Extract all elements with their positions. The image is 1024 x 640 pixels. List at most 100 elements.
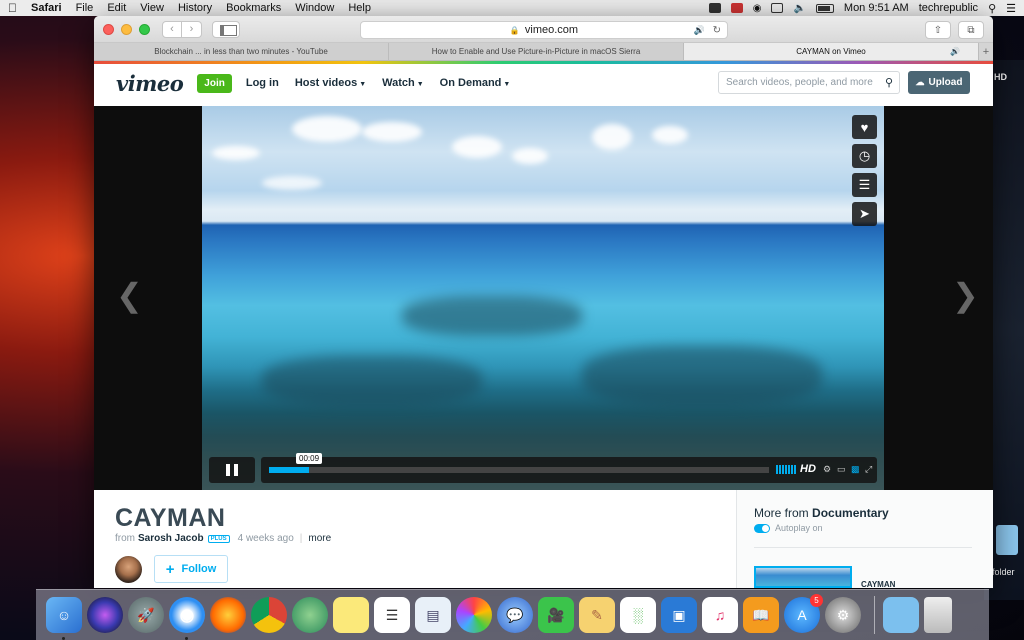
menu-app-name[interactable]: Safari bbox=[31, 2, 62, 14]
join-button[interactable]: Join bbox=[197, 73, 232, 93]
picture-in-picture-icon[interactable]: ▩ bbox=[851, 464, 860, 475]
keynote-icon[interactable]: ▣ bbox=[661, 597, 697, 633]
battery-icon[interactable] bbox=[815, 3, 834, 13]
tab-pip-article[interactable]: How to Enable and Use Picture-in-Picture… bbox=[389, 43, 684, 60]
fullscreen-icon[interactable]: ⤢ bbox=[865, 464, 872, 475]
itunes-icon[interactable]: ♫ bbox=[702, 597, 738, 633]
apple-icon[interactable]:  bbox=[8, 1, 17, 15]
menubar-user[interactable]: techrepublic bbox=[919, 2, 978, 14]
address-text: vimeo.com bbox=[524, 24, 579, 36]
next-video-thumbnail[interactable] bbox=[754, 566, 852, 588]
sidebar-toggle-button[interactable] bbox=[212, 20, 240, 38]
menubar-app-icon[interactable] bbox=[708, 3, 721, 13]
facetime-icon[interactable]: 🎥 bbox=[538, 597, 574, 633]
tab-cayman-vimeo[interactable]: CAYMAN on Vimeo 🔊 bbox=[684, 43, 979, 60]
watch-later-button[interactable]: ◷ bbox=[852, 144, 877, 168]
nav-host-videos[interactable]: Host videos ▼ bbox=[295, 77, 366, 89]
spotlight-icon[interactable]: ⚲ bbox=[988, 2, 996, 15]
autoplay-toggle[interactable]: Autoplay on bbox=[754, 523, 823, 533]
back-button[interactable]: ‹ bbox=[162, 20, 182, 38]
notification-center-icon[interactable]: ☰ bbox=[1006, 2, 1016, 15]
finder-icon[interactable]: ☺ bbox=[46, 597, 82, 640]
firefox-icon[interactable] bbox=[210, 597, 246, 633]
siri-icon[interactable] bbox=[87, 597, 123, 633]
more-link[interactable]: more bbox=[308, 533, 331, 544]
volume-icon[interactable]: 🔈 bbox=[793, 3, 805, 14]
address-bar[interactable]: 🔒 vimeo.com 🔊 ↻ bbox=[360, 21, 728, 39]
app-store-icon[interactable]: A5 bbox=[784, 594, 823, 633]
messages-icon[interactable]: 💬 bbox=[497, 597, 533, 633]
volume-slider[interactable] bbox=[776, 465, 796, 474]
like-button[interactable]: ♥ bbox=[852, 115, 877, 139]
video-frame[interactable] bbox=[202, 106, 884, 490]
author-link[interactable]: Sarosh Jacob bbox=[138, 533, 204, 544]
nav-watch[interactable]: Watch ▼ bbox=[382, 77, 424, 89]
menubar-clock[interactable]: Mon 9:51 AM bbox=[844, 2, 909, 14]
pages-icon[interactable]: ✎ bbox=[579, 597, 615, 633]
reload-icon[interactable]: ↻ bbox=[713, 25, 721, 36]
airplay-video-icon[interactable]: ▭ bbox=[837, 464, 846, 475]
reef-shape bbox=[262, 356, 482, 406]
vimeo-logo[interactable]: vimeo bbox=[116, 71, 184, 96]
toggle-switch[interactable] bbox=[754, 523, 770, 533]
menu-file[interactable]: File bbox=[76, 2, 94, 14]
minimize-window-button[interactable] bbox=[121, 23, 132, 35]
author-avatar[interactable] bbox=[115, 556, 142, 583]
reminders-icon[interactable]: ☰ bbox=[374, 597, 410, 633]
photos-icon[interactable] bbox=[456, 597, 492, 633]
menu-view[interactable]: View bbox=[140, 2, 164, 14]
progress-bar[interactable]: 00:09 bbox=[269, 453, 769, 473]
preview-icon[interactable]: ▤ bbox=[415, 597, 451, 633]
follow-button[interactable]: + Follow bbox=[154, 555, 228, 583]
chrome-icon[interactable] bbox=[251, 597, 287, 633]
divider bbox=[754, 547, 972, 548]
menu-edit[interactable]: Edit bbox=[107, 2, 126, 14]
tabs-icon: ⧉ bbox=[967, 24, 975, 36]
related-videos-sidebar: More from Documentary Autoplay on CAYMAN bbox=[736, 490, 993, 588]
wifi-icon[interactable]: ◉ bbox=[753, 3, 762, 14]
menu-history[interactable]: History bbox=[178, 2, 212, 14]
trash-icon[interactable] bbox=[924, 597, 952, 633]
numbers-icon[interactable]: ░ bbox=[620, 597, 656, 633]
from-label: from bbox=[115, 533, 135, 544]
login-link[interactable]: Log in bbox=[246, 77, 279, 89]
collections-button[interactable]: ☰ bbox=[852, 173, 877, 197]
forward-button[interactable]: › bbox=[182, 20, 202, 38]
airplay-icon[interactable] bbox=[771, 3, 784, 13]
desktop-drive-label[interactable]: HD bbox=[994, 72, 1007, 82]
downloads-folder-icon[interactable] bbox=[883, 597, 919, 633]
notes-icon[interactable] bbox=[333, 597, 369, 633]
desktop-folder-icon[interactable] bbox=[996, 525, 1018, 555]
ibooks-icon[interactable]: 📖 bbox=[743, 597, 779, 633]
audio-playing-icon[interactable]: 🔊 bbox=[694, 25, 705, 36]
more-from-channel[interactable]: Documentary bbox=[812, 506, 889, 520]
tab-audio-icon[interactable]: 🔊 bbox=[950, 47, 960, 56]
search-input[interactable]: Search videos, people, and more ⚲ bbox=[718, 71, 900, 94]
close-window-button[interactable] bbox=[103, 23, 114, 35]
safari-icon[interactable]: ⨁ bbox=[169, 597, 205, 640]
next-video-arrow-icon[interactable]: ❯ bbox=[952, 276, 979, 314]
next-video-title[interactable]: CAYMAN bbox=[861, 580, 895, 588]
settings-icon[interactable]: ⚙ bbox=[823, 464, 831, 475]
share-button[interactable]: ⇧ bbox=[925, 21, 951, 39]
upload-button[interactable]: ☁ Upload bbox=[908, 71, 970, 94]
fullscreen-window-button[interactable] bbox=[139, 23, 150, 35]
share-video-button[interactable]: ➤ bbox=[852, 202, 877, 226]
new-tab-button[interactable]: + bbox=[979, 43, 993, 60]
system-app-icon[interactable] bbox=[292, 597, 328, 633]
desktop-folder-label[interactable]: folder bbox=[992, 567, 1015, 577]
launchpad-icon[interactable]: 🚀 bbox=[128, 597, 164, 633]
menubar-badge-icon[interactable] bbox=[730, 3, 743, 13]
show-all-tabs-button[interactable]: ⧉ bbox=[958, 21, 984, 39]
menu-bookmarks[interactable]: Bookmarks bbox=[226, 2, 281, 14]
hd-quality-badge[interactable]: HD bbox=[800, 463, 816, 475]
system-preferences-icon[interactable]: ⚙ bbox=[825, 597, 861, 633]
pause-button[interactable] bbox=[209, 457, 255, 483]
tab-title: CAYMAN on Vimeo bbox=[796, 47, 866, 56]
menu-help[interactable]: Help bbox=[348, 2, 371, 14]
search-icon[interactable]: ⚲ bbox=[885, 76, 893, 89]
previous-video-arrow-icon[interactable]: ❮ bbox=[116, 276, 143, 314]
nav-on-demand[interactable]: On Demand ▼ bbox=[440, 77, 511, 89]
menu-window[interactable]: Window bbox=[295, 2, 334, 14]
tab-youtube[interactable]: Blockchain ... in less than two minutes … bbox=[94, 43, 389, 60]
